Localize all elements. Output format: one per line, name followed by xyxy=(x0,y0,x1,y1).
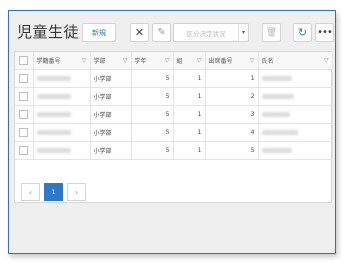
student-id-cell xyxy=(33,87,91,106)
filter-icon[interactable]: ▽ xyxy=(165,57,170,64)
table-header-row: 学籍番号 ▽ 学部 ▽ 学年 ▽ 組 ▽ 出席番号 ▽ 氏名 ▽ xyxy=(15,52,333,70)
class-cell: 1 xyxy=(173,69,206,88)
grade-cell: 5 xyxy=(131,87,174,106)
filter-icon[interactable]: ▽ xyxy=(82,57,87,64)
row-checkbox[interactable] xyxy=(15,141,34,160)
dept-cell: 小学部 xyxy=(90,105,132,124)
column-header[interactable]: 出席番号 ▽ xyxy=(205,52,259,70)
grade-cell: 5 xyxy=(131,105,174,124)
student-id-cell xyxy=(33,105,91,124)
grade-cell: 5 xyxy=(131,141,174,160)
table-row[interactable]: 小学部 5 1 4 xyxy=(15,123,333,142)
pagination: ‹ 1 › xyxy=(21,183,86,201)
student-table: 学籍番号 ▽ 学部 ▽ 学年 ▽ 組 ▽ 出席番号 ▽ 氏名 ▽ 小学部 5 1 1 xyxy=(15,52,333,160)
toolbar: 児童生徒 新規 ✕ ✎ 区分決定状況 ▾ 🗑 ↻ ••• xyxy=(9,11,335,47)
close-icon[interactable]: ✕ xyxy=(130,23,149,42)
class-cell: 1 xyxy=(173,87,206,106)
filter-icon[interactable]: ▽ xyxy=(324,57,329,64)
class-cell: 1 xyxy=(173,105,206,124)
table-row[interactable]: 小学部 5 1 1 xyxy=(15,69,333,88)
filter-icon[interactable]: ▽ xyxy=(197,57,202,64)
next-page-button[interactable]: › xyxy=(67,183,86,201)
select-all-checkbox[interactable] xyxy=(15,52,34,70)
grade-cell: 5 xyxy=(131,123,174,142)
trash-icon[interactable]: 🗑 xyxy=(262,23,281,42)
dept-cell: 小学部 xyxy=(90,87,132,106)
attendance-cell: 3 xyxy=(205,105,259,124)
new-button[interactable]: 新規 xyxy=(82,23,116,42)
status-dropdown-placeholder: 区分決定状況 xyxy=(186,29,226,38)
status-dropdown[interactable]: 区分決定状況 ▾ xyxy=(173,23,249,42)
more-icon[interactable]: ••• xyxy=(315,23,334,42)
column-header[interactable]: 組 ▽ xyxy=(173,52,206,70)
attendance-cell: 2 xyxy=(205,87,259,106)
student-id-cell xyxy=(33,69,91,88)
grid-panel: 学籍番号 ▽ 学部 ▽ 学年 ▽ 組 ▽ 出席番号 ▽ 氏名 ▽ 小学部 5 1 1 xyxy=(14,51,333,203)
attendance-cell: 1 xyxy=(205,69,259,88)
row-checkbox[interactable] xyxy=(15,123,34,142)
page-1-button[interactable]: 1 xyxy=(44,183,63,201)
filter-icon[interactable]: ▽ xyxy=(250,57,255,64)
name-cell xyxy=(258,69,333,88)
table-row[interactable]: 小学部 5 1 2 xyxy=(15,87,333,106)
dept-cell: 小学部 xyxy=(90,69,132,88)
column-header[interactable]: 学部 ▽ xyxy=(90,52,132,70)
page-title: 児童生徒 xyxy=(17,23,80,41)
name-cell xyxy=(258,87,333,106)
attendance-cell: 4 xyxy=(205,123,259,142)
class-cell: 1 xyxy=(173,141,206,160)
edit-icon[interactable]: ✎ xyxy=(152,23,171,42)
chevron-down-icon[interactable]: ▾ xyxy=(238,24,248,41)
dept-cell: 小学部 xyxy=(90,141,132,160)
column-header[interactable]: 氏名 ▽ xyxy=(258,52,333,70)
row-checkbox[interactable] xyxy=(15,105,34,124)
attendance-cell: 5 xyxy=(205,141,259,160)
name-cell xyxy=(258,141,333,160)
filter-icon[interactable]: ▽ xyxy=(123,57,128,64)
prev-page-button[interactable]: ‹ xyxy=(21,183,40,201)
row-checkbox[interactable] xyxy=(15,87,34,106)
student-id-cell xyxy=(33,141,91,160)
refresh-icon[interactable]: ↻ xyxy=(293,23,312,42)
grade-cell: 5 xyxy=(131,69,174,88)
app-window: 児童生徒 新規 ✕ ✎ 区分決定状況 ▾ 🗑 ↻ ••• 学籍番号 ▽ 学部 ▽ 学… xyxy=(8,10,336,254)
student-id-cell xyxy=(33,123,91,142)
name-cell xyxy=(258,105,333,124)
column-header[interactable]: 学年 ▽ xyxy=(131,52,174,70)
row-checkbox[interactable] xyxy=(15,69,34,88)
dept-cell: 小学部 xyxy=(90,123,132,142)
column-header[interactable]: 学籍番号 ▽ xyxy=(33,52,91,70)
name-cell xyxy=(258,123,333,142)
table-row[interactable]: 小学部 5 1 5 xyxy=(15,141,333,160)
class-cell: 1 xyxy=(173,123,206,142)
table-row[interactable]: 小学部 5 1 3 xyxy=(15,105,333,124)
